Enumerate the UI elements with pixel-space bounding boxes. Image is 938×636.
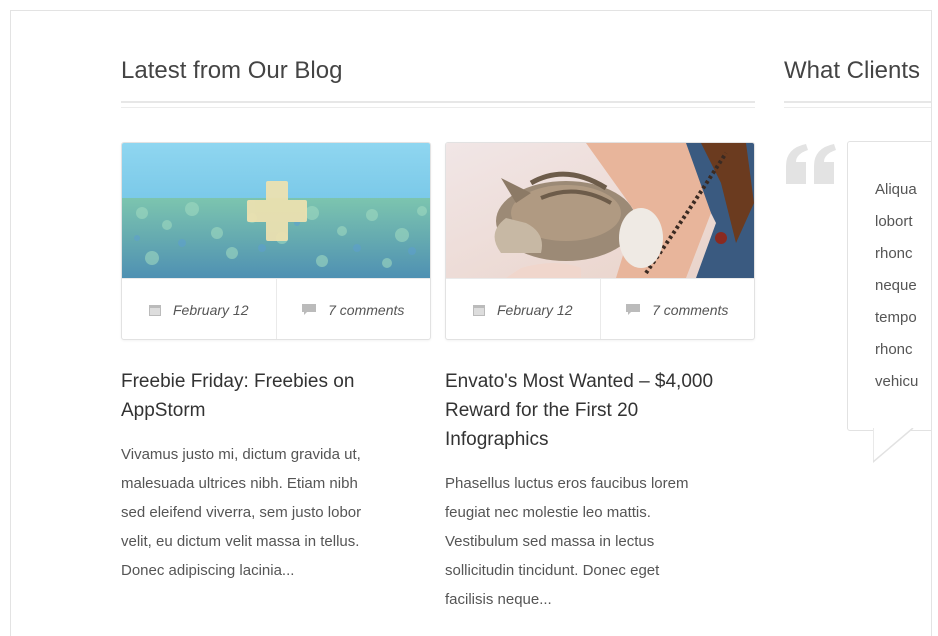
quote-line: rhonc — [875, 341, 913, 358]
quote-line: tempo — [875, 309, 917, 326]
post-date-text: February 12 — [497, 301, 573, 318]
testimonials-title-divider — [784, 101, 931, 108]
blog-card-1[interactable]: February 12 7 comments — [121, 142, 431, 340]
page-frame: Latest from Our Blog February 12 7 comme… — [10, 10, 932, 636]
post-thumbnail-1[interactable] — [122, 143, 430, 278]
post-title-line[interactable]: AppStorm — [121, 400, 205, 421]
testimonials-section-title: What Clients — [784, 57, 921, 84]
post-comments-link[interactable]: 7 comments — [599, 279, 755, 339]
excerpt-line: sed eleifend viverra, sem justo lobor — [121, 504, 362, 521]
blog-section-title: Latest from Our Blog — [121, 57, 343, 84]
excerpt-line: Donec adipiscing lacinia... — [121, 562, 295, 579]
comment-icon — [626, 303, 641, 315]
post-thumbnail-2[interactable] — [446, 143, 754, 278]
excerpt-line: facilisis neque... — [445, 591, 552, 608]
blog-card-2[interactable]: February 12 7 comments — [445, 142, 755, 340]
post-comments-link[interactable]: 7 comments — [275, 279, 431, 339]
calendar-icon — [149, 304, 161, 316]
calendar-icon — [473, 304, 485, 316]
testimonial-quote-text: Aliqua lobort rhonc neque tempo rhonc ve… — [875, 174, 931, 398]
quote-icon — [786, 144, 836, 184]
post-date: February 12 — [446, 279, 600, 339]
post-comments-text[interactable]: 7 comments — [652, 302, 728, 318]
post-title-line[interactable]: Infographics — [445, 429, 549, 450]
excerpt-line: Vivamus justo mi, dictum gravida ut, — [121, 446, 361, 463]
quote-line: lobort — [875, 213, 913, 230]
excerpt-line: Vestibulum sed massa in lectus — [445, 533, 655, 550]
post-date: February 12 — [122, 279, 276, 339]
post-excerpt-1: Vivamus justo mi, dictum gravida ut, mal… — [121, 440, 426, 585]
excerpt-line: feugiat nec molestie leo mattis. — [445, 504, 651, 521]
post-excerpt-2: Phasellus luctus eros faucibus lorem feu… — [445, 469, 750, 614]
flower-field-image — [122, 143, 430, 278]
post-title-1[interactable]: Freebie Friday: Freebies on AppStorm — [121, 367, 421, 425]
blog-title-divider — [121, 101, 755, 108]
quote-line: neque — [875, 277, 917, 294]
post-title-2[interactable]: Envato's Most Wanted – $4,000 Reward for… — [445, 367, 745, 454]
quote-box-pointer — [873, 428, 914, 463]
post-title-line[interactable]: Envato's Most Wanted – $4,000 — [445, 371, 713, 392]
post-comments-text[interactable]: 7 comments — [328, 302, 404, 318]
excerpt-line: velit, eu dictum velit massa in tellus. — [121, 533, 360, 550]
cat-photo-image — [446, 143, 754, 278]
post-date-text: February 12 — [173, 301, 249, 318]
excerpt-line: Phasellus luctus eros faucibus lorem — [445, 475, 689, 492]
post-meta-1: February 12 7 comments — [122, 278, 431, 339]
excerpt-line: sollicitudin tincidunt. Donec eget — [445, 562, 660, 579]
comment-icon — [302, 303, 317, 315]
quote-line: Aliqua — [875, 181, 917, 198]
post-meta-2: February 12 7 comments — [446, 278, 755, 339]
quote-line: vehicu — [875, 373, 919, 390]
post-title-line[interactable]: Reward for the First 20 — [445, 400, 638, 421]
post-title-line[interactable]: Freebie Friday: Freebies on — [121, 371, 354, 392]
excerpt-line: malesuada ultrices nibh. Etiam nibh — [121, 475, 358, 492]
quote-line: rhonc — [875, 245, 913, 262]
